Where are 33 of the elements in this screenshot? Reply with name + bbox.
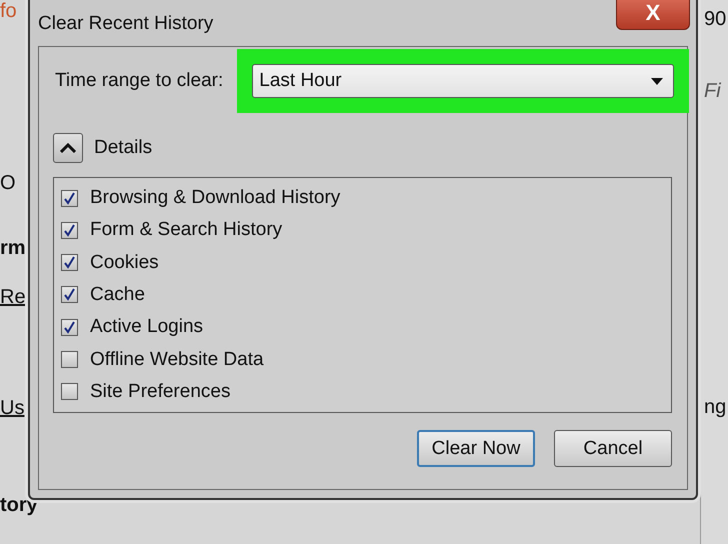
checkbox[interactable] [61, 383, 78, 400]
caret-icon [651, 78, 663, 84]
background-text: 90 [704, 8, 726, 31]
checkbox-label: Active Logins [90, 316, 204, 338]
background-text: Us [0, 397, 24, 420]
background-text: ng [704, 396, 726, 419]
background-text: rm [0, 237, 26, 260]
checkbox[interactable] [61, 318, 78, 336]
background-text: fo [0, 0, 17, 23]
checkbox[interactable] [61, 254, 78, 272]
background-text: O [0, 172, 16, 195]
chevron-icon [60, 143, 76, 153]
checkbox-label: Browsing & Download History [90, 187, 340, 210]
checkbox[interactable] [61, 190, 78, 207]
checkbox-label: Cookies [90, 252, 159, 274]
background-text: tory [0, 494, 38, 517]
background-text: Fi [704, 80, 721, 103]
background-text: Re [0, 286, 26, 309]
checkbox-label: Form & Search History [90, 219, 282, 242]
checkbox-label: Site Preferences [90, 380, 230, 403]
clear-now-button[interactable]: Clear Now [417, 430, 535, 467]
checkbox[interactable] [61, 351, 78, 368]
checkbox[interactable] [61, 286, 78, 304]
window-title: Clear Recent History [38, 13, 214, 35]
cancel-button[interactable]: Cancel [554, 430, 672, 467]
details-label: Details [94, 137, 152, 159]
close-button[interactable]: X [616, 0, 690, 30]
checkbox-label: Offline Website Data [90, 348, 264, 371]
time-range-dropdown[interactable]: Last Hour [252, 64, 674, 98]
checkbox[interactable] [61, 222, 78, 239]
checkbox-label: Cache [90, 284, 145, 306]
details-toggle[interactable] [53, 133, 83, 163]
field-label: Time range to clear: [54, 70, 224, 92]
